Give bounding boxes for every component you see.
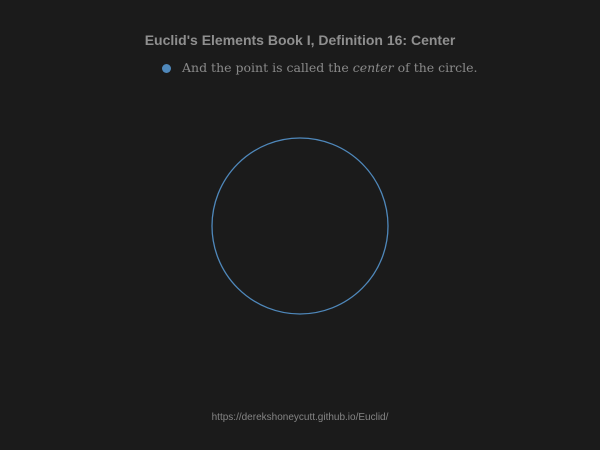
circle-shape (211, 137, 389, 315)
footer-link[interactable]: https://derekshoneycutt.github.io/Euclid… (0, 411, 600, 425)
circle-diagram (211, 137, 389, 315)
